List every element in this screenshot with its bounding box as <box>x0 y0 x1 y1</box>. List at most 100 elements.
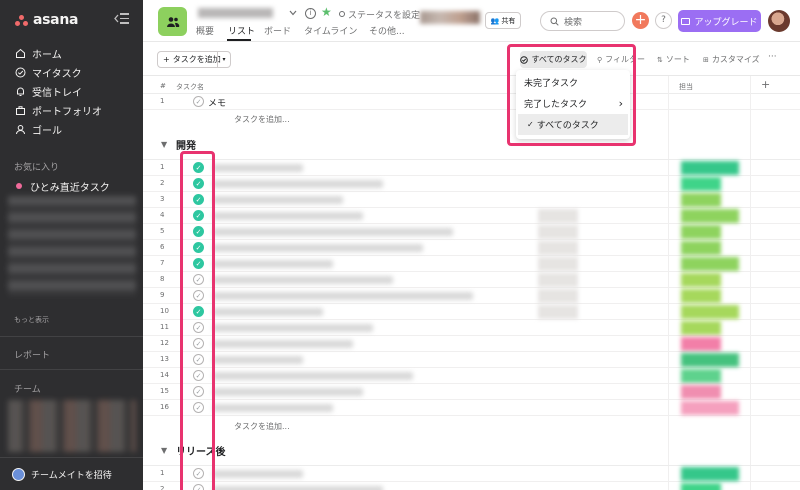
table-row[interactable]: 8 ✓ <box>143 272 800 288</box>
asana-logo[interactable]: asana <box>15 12 78 28</box>
completed-check-icon[interactable]: ✓ <box>193 194 204 205</box>
table-row[interactable]: 2 ✓ <box>143 482 800 490</box>
field-value-blurred[interactable] <box>681 305 739 319</box>
chevron-down-icon[interactable] <box>289 10 297 16</box>
collapse-sidebar-icon[interactable] <box>114 13 129 24</box>
menu-item-completed-tasks[interactable]: 完了したタスク › <box>516 93 630 114</box>
task-name-blurred[interactable] <box>213 356 303 364</box>
tab-list[interactable]: リスト <box>228 24 255 37</box>
table-row[interactable]: 4 ✓ <box>143 208 800 224</box>
table-row[interactable]: 13 ✓ <box>143 352 800 368</box>
table-row[interactable]: 6 ✓ <box>143 240 800 256</box>
field-value-blurred[interactable] <box>681 161 739 175</box>
search-input[interactable]: 検索 <box>540 11 625 31</box>
menu-item-all-tasks[interactable]: ✓ すべてのタスク <box>518 114 628 135</box>
task-check-icon[interactable]: ✓ <box>193 274 204 285</box>
table-row[interactable]: 12 ✓ <box>143 336 800 352</box>
nav-inbox[interactable]: 受信トレイ <box>14 83 82 99</box>
field-value-blurred[interactable] <box>681 321 721 335</box>
add-task-row[interactable]: タスクを追加... <box>234 114 290 125</box>
field-value-blurred[interactable] <box>681 257 739 271</box>
field-value-blurred[interactable] <box>681 225 721 239</box>
task-check-icon[interactable]: ✓ <box>193 354 204 365</box>
task-name-blurred[interactable] <box>213 292 473 300</box>
task-name-blurred[interactable] <box>213 244 423 252</box>
task-name-blurred[interactable] <box>213 196 343 204</box>
table-row[interactable]: 10 ✓ <box>143 304 800 320</box>
task-name-blurred[interactable] <box>213 486 383 490</box>
customize-button[interactable]: ⊞ カスタマイズ <box>703 54 760 65</box>
completed-check-icon[interactable]: ✓ <box>193 226 204 237</box>
tab-more[interactable]: その他... <box>369 24 405 37</box>
column-assignee[interactable]: 担当 <box>679 82 693 92</box>
assignee-blurred[interactable] <box>538 273 578 287</box>
task-name-blurred[interactable] <box>213 308 323 316</box>
task-check-icon[interactable]: ✓ <box>193 370 204 381</box>
menu-item-incomplete-tasks[interactable]: 未完了タスク <box>516 72 630 93</box>
field-value-blurred[interactable] <box>681 369 721 383</box>
help-button[interactable]: ? <box>655 12 672 29</box>
section-name[interactable]: 開発 <box>176 137 196 152</box>
nav-portfolios[interactable]: ポートフォリオ <box>14 102 102 118</box>
favorite-project[interactable]: ひとみ直近タスク <box>14 178 110 194</box>
assignee-blurred[interactable] <box>538 305 578 319</box>
task-check-icon[interactable]: ✓ <box>193 484 204 490</box>
assignee-blurred[interactable] <box>538 209 578 223</box>
task-name-blurred[interactable] <box>213 164 303 172</box>
task-name-blurred[interactable] <box>213 404 333 412</box>
section-name[interactable]: リリース後 <box>176 443 226 458</box>
assignee-blurred[interactable] <box>538 241 578 255</box>
task-name-blurred[interactable] <box>213 324 373 332</box>
task-name[interactable]: メモ <box>208 96 226 109</box>
star-icon[interactable]: ★ <box>321 5 332 19</box>
field-value-blurred[interactable] <box>681 353 739 367</box>
tab-board[interactable]: ボード <box>264 24 291 37</box>
quick-add-button[interactable]: + <box>632 12 649 29</box>
table-row[interactable]: 1 ✓ <box>143 466 800 482</box>
show-more-link[interactable]: もっと表示 <box>14 315 49 325</box>
completed-check-icon[interactable]: ✓ <box>193 162 204 173</box>
project-icon[interactable] <box>158 7 187 36</box>
task-name-blurred[interactable] <box>213 276 393 284</box>
completed-check-icon[interactable]: ✓ <box>193 306 204 317</box>
tab-overview[interactable]: 概要 <box>196 24 214 37</box>
completed-check-icon[interactable]: ✓ <box>193 178 204 189</box>
table-row[interactable]: 11 ✓ <box>143 320 800 336</box>
task-check-icon[interactable]: ✓ <box>193 290 204 301</box>
field-value-blurred[interactable] <box>681 177 721 191</box>
task-name-blurred[interactable] <box>213 372 413 380</box>
task-name-blurred[interactable] <box>213 228 453 236</box>
field-value-blurred[interactable] <box>681 193 721 207</box>
nav-home[interactable]: ホーム <box>14 45 62 61</box>
table-row[interactable]: 9 ✓ <box>143 288 800 304</box>
reports-heading[interactable]: レポート <box>14 348 50 361</box>
nav-goals[interactable]: ゴール <box>14 121 62 137</box>
sort-button[interactable]: ⇅ ソート <box>657 54 690 65</box>
assignee-blurred[interactable] <box>538 225 578 239</box>
filter-button[interactable]: ⚲ フィルター <box>597 54 645 65</box>
task-check-icon[interactable]: ✓ <box>193 322 204 333</box>
task-check-icon[interactable]: ✓ <box>193 468 204 479</box>
share-button[interactable]: 👥 共有 <box>485 12 521 29</box>
completed-check-icon[interactable]: ✓ <box>193 210 204 221</box>
task-name-blurred[interactable] <box>213 180 383 188</box>
task-name-blurred[interactable] <box>213 470 303 478</box>
user-avatar[interactable] <box>768 10 790 32</box>
field-value-blurred[interactable] <box>681 209 739 223</box>
table-row[interactable]: 1 ✓ メモ <box>143 94 800 110</box>
caret-down-icon[interactable]: ▼ <box>161 140 167 149</box>
table-row[interactable]: 15 ✓ <box>143 384 800 400</box>
field-value-blurred[interactable] <box>681 273 721 287</box>
task-name-blurred[interactable] <box>213 212 363 220</box>
task-name-blurred[interactable] <box>213 260 333 268</box>
task-check-icon[interactable]: ✓ <box>193 386 204 397</box>
add-task-button[interactable]: + タスクを追加 ▾ <box>157 51 231 68</box>
task-check-icon[interactable]: ✓ <box>193 402 204 413</box>
completed-check-icon[interactable]: ✓ <box>193 242 204 253</box>
info-icon[interactable]: i <box>305 8 316 19</box>
field-value-blurred[interactable] <box>681 467 739 481</box>
column-task-name[interactable]: タスク名 <box>176 82 204 92</box>
task-filter-dropdown-button[interactable]: すべてのタスク <box>520 51 587 68</box>
add-task-row[interactable]: タスクを追加... <box>234 421 290 432</box>
task-check-icon[interactable]: ✓ <box>193 338 204 349</box>
